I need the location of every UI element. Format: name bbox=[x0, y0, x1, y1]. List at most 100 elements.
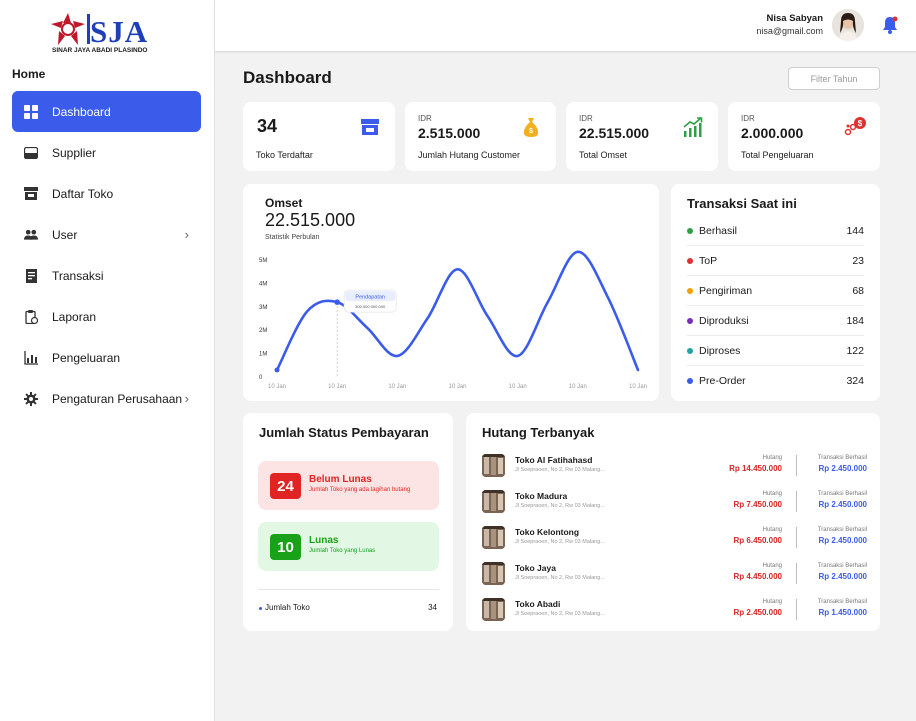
brand-subtitle: SINAR JAYA ABADI PLASINDO bbox=[52, 47, 148, 54]
transaksi-label: Diproduksi bbox=[699, 314, 749, 327]
sidebar-item-user[interactable]: User › bbox=[12, 214, 201, 255]
transaksi-count: 324 bbox=[846, 375, 864, 387]
transaksi-count: 184 bbox=[846, 314, 864, 327]
hutang-label: Hutang bbox=[762, 527, 782, 533]
sidebar-item-dashboard[interactable]: Dashboard bbox=[12, 91, 201, 132]
bell-icon[interactable] bbox=[882, 16, 898, 34]
sidebar-item-laporan[interactable]: Laporan bbox=[12, 296, 201, 337]
sidebar-item-label: Transaksi bbox=[52, 268, 104, 283]
omset-line-chart[interactable]: 0 1M 2M 3M 4M 5M 10 Jan 10 Jan 10 Jan 10 Jan 10 Ja… bbox=[243, 184, 659, 401]
store-address: Jl Soepraoen, No 2, Rw 03 Malang... bbox=[515, 503, 605, 509]
y-tick-label: 4M bbox=[259, 281, 267, 287]
store-thumbnail bbox=[482, 526, 505, 549]
stat-label: Total Pengeluaran bbox=[741, 150, 814, 160]
series-line bbox=[275, 250, 640, 372]
list-item[interactable]: Berhasil 144 bbox=[687, 216, 864, 246]
stat-value: 22.515.000 bbox=[579, 125, 650, 141]
store-name: Toko Abadi bbox=[515, 599, 561, 609]
transaksi-list: Berhasil 144 ToP 23 Pengiriman 68 Diproduks… bbox=[687, 216, 864, 396]
x-tick-label: 10 Jan bbox=[448, 384, 466, 390]
hutang-value: Rp 7.450.000 bbox=[733, 500, 782, 509]
list-item[interactable]: Diproduksi 184 bbox=[687, 306, 864, 336]
transaksi-berhasil-label: Transaksi Berhasil bbox=[817, 527, 867, 533]
table-row[interactable]: Toko Kelontong Jl Soepraoen, No 2, Rw 03 … bbox=[482, 523, 867, 559]
stat-card-pengeluaran: IDR 2.000.000 Total Pengeluaran $ bbox=[728, 102, 880, 171]
money-bag-icon: $ bbox=[520, 116, 542, 138]
transaksi-count: 122 bbox=[846, 344, 864, 357]
trend-up-icon bbox=[682, 116, 704, 138]
stat-currency: IDR bbox=[741, 114, 755, 123]
stat-card-hutang: IDR 2.515.000 Jumlah Hutang Customer $ bbox=[405, 102, 556, 171]
hutang-label: Hutang bbox=[762, 491, 782, 497]
belum-lunas-desc: Jumlah Toko yang ada tagihan hutang bbox=[309, 487, 411, 493]
lunas-box[interactable]: 10 Lunas Jumlah Toko yang Lunas bbox=[258, 522, 439, 571]
table-row[interactable]: Toko Madura Jl Soepraoen, No 2, Rw 03 Mal… bbox=[482, 487, 867, 523]
transaksi-berhasil-label: Transaksi Berhasil bbox=[817, 455, 867, 461]
status-title: Jumlah Status Pembayaran bbox=[259, 425, 429, 440]
avatar[interactable] bbox=[832, 9, 864, 41]
list-item[interactable]: ToP 23 bbox=[687, 246, 864, 276]
chart-icon bbox=[24, 350, 38, 365]
brand-logo[interactable]: SJA SINAR JAYA ABADI PLASINDO bbox=[50, 12, 165, 58]
sidebar-item-supplier[interactable]: Supplier bbox=[12, 132, 201, 173]
sidebar-item-label: Pengeluaran bbox=[52, 350, 121, 365]
svg-text:$: $ bbox=[529, 128, 533, 135]
table-row[interactable]: Toko Abadi Jl Soepraoen, No 2, Rw 03 Mala… bbox=[482, 595, 867, 631]
sidebar-item-label: User bbox=[52, 227, 78, 242]
belum-lunas-box[interactable]: 24 Belum Lunas Jumlah Toko yang ada tagi… bbox=[258, 461, 439, 510]
x-tick-label: 10 Jan bbox=[569, 384, 587, 390]
sidebar-item-label: Pengaturan Perusahaan bbox=[52, 391, 183, 406]
belum-lunas-count: 24 bbox=[270, 473, 301, 499]
list-item[interactable]: Pengiriman 68 bbox=[687, 276, 864, 306]
divider bbox=[258, 589, 439, 590]
divider bbox=[796, 563, 797, 584]
lunas-desc: Jumlah Toko yang Lunas bbox=[309, 548, 376, 554]
user-name: Nisa Sabyan bbox=[766, 13, 824, 24]
sidebar-item-label: Dashboard bbox=[52, 104, 111, 119]
sidebar-item-pengaturan-perusahaan[interactable]: Pengaturan Perusahaan › bbox=[12, 378, 201, 419]
hutang-value: Rp 4.450.000 bbox=[733, 572, 782, 581]
transaksi-berhasil-value: Rp 2.450.000 bbox=[818, 536, 867, 545]
list-item[interactable]: Pre-Order 324 bbox=[687, 366, 864, 396]
status-dot bbox=[687, 378, 693, 384]
stat-value: 34 bbox=[257, 116, 278, 136]
divider bbox=[796, 491, 797, 512]
receipt-icon bbox=[24, 268, 38, 283]
filter-tahun-input[interactable]: Filter Tahun bbox=[788, 67, 880, 90]
list-item[interactable]: Diproses 122 bbox=[687, 336, 864, 366]
table-row[interactable]: Toko Jaya Jl Soepraoen, No 2, Rw 03 Malan… bbox=[482, 559, 867, 595]
transaksi-title: Transaksi Saat ini bbox=[687, 196, 797, 211]
status-dot bbox=[687, 257, 693, 264]
grid-icon bbox=[24, 104, 38, 119]
transaksi-count: 144 bbox=[846, 224, 864, 237]
transaksi-label: Diproses bbox=[699, 344, 741, 357]
y-tick-label: 0 bbox=[259, 375, 263, 381]
store-icon bbox=[24, 187, 38, 201]
sidebar-item-daftar-toko[interactable]: Daftar Toko bbox=[12, 173, 201, 214]
jumlah-toko-label: Jumlah Toko bbox=[265, 603, 310, 612]
transaksi-label: Pengiriman bbox=[699, 284, 753, 297]
store-address: Jl Soepraoen, No 2, Rw 03 Malang... bbox=[515, 539, 605, 545]
table-row[interactable]: Toko Al Fatihahasd Jl Soepraoen, No 2, Rw… bbox=[482, 451, 867, 487]
store-address: Jl Soepraoen, No 2, Rw 03 Malang... bbox=[515, 575, 605, 581]
hutang-terbanyak-card: Hutang Terbanyak Toko Al Fatihahasd Jl So… bbox=[466, 413, 880, 631]
chevron-right-icon: › bbox=[184, 391, 189, 406]
stat-currency: IDR bbox=[579, 114, 593, 123]
transaksi-label: ToP bbox=[699, 254, 718, 267]
page-title: Dashboard bbox=[243, 68, 332, 87]
x-tick-label: 10 Jan bbox=[268, 384, 286, 390]
x-tick-label: 10 Jan bbox=[509, 384, 527, 390]
top-bar: Nisa Sabyan nisa@gmail.com bbox=[215, 0, 916, 52]
chevron-right-icon: › bbox=[184, 227, 189, 242]
stat-value: 2.000.000 bbox=[741, 125, 804, 141]
transaksi-berhasil-label: Transaksi Berhasil bbox=[817, 599, 867, 605]
sidebar-nav: Dashboard Supplier Daftar Toko User › Tr… bbox=[12, 91, 201, 419]
belum-lunas-label: Belum Lunas bbox=[309, 474, 372, 485]
sidebar-item-pengeluaran[interactable]: Pengeluaran bbox=[12, 337, 201, 378]
x-tick-label: 10 Jan bbox=[328, 384, 346, 390]
omset-card: Omset 22.515.000 Statistik Perbulan 0 1M 2… bbox=[243, 184, 659, 401]
hutang-title: Hutang Terbanyak bbox=[482, 425, 595, 440]
tooltip-title: Pendapatan bbox=[355, 295, 385, 301]
sidebar-item-transaksi[interactable]: Transaksi bbox=[12, 255, 201, 296]
jumlah-toko-value: 34 bbox=[428, 603, 437, 612]
